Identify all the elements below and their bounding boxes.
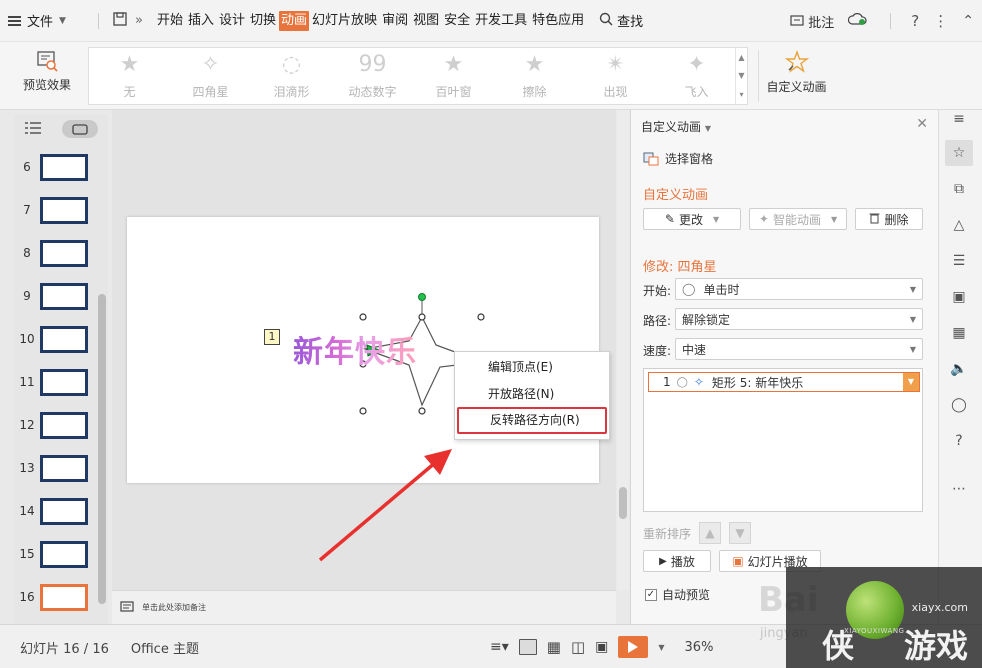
smart-animation-label: 智能动画 [772, 212, 821, 227]
animation-index: 1 [663, 375, 671, 389]
style-side-icon[interactable]: △ [945, 212, 973, 238]
custom-animation-side-icon[interactable]: ☆ [945, 140, 973, 166]
path-value: 解除锁定 [682, 312, 731, 327]
play-button[interactable]: ▶ 播放 [643, 550, 711, 572]
smart-animation-icon: ✦ [758, 212, 769, 226]
checkbox-checked-icon[interactable]: ✓ [645, 588, 657, 601]
play-label: 播放 [670, 554, 695, 569]
speed-select[interactable]: 中速 ▼ [675, 338, 923, 360]
open-path-item[interactable]: 开放路径(N) [455, 381, 609, 408]
pane-title[interactable]: 自定义动画 ▼ [641, 118, 711, 135]
reorder-label: 重新排序 [643, 526, 692, 541]
delete-button[interactable]: 删除 [855, 208, 923, 230]
site-logo-watermark: xiayx.com 侠 XIAYOUXIWANG 游戏 [786, 567, 982, 668]
slide-counter: 幻灯片 16 / 16 [20, 641, 109, 657]
animation-item-label: 矩形 5: 新年快乐 [711, 375, 804, 390]
smart-animation-button[interactable]: ✦ 智能动画 ▼ [749, 208, 847, 230]
path-label: 路径: [643, 314, 672, 328]
change-label: 更改 [678, 212, 703, 227]
reverse-path-item[interactable]: 反转路径方向(R) [457, 407, 607, 434]
chevron-down-icon: ▼ [830, 214, 838, 224]
path-select[interactable]: 解除锁定 ▼ [675, 308, 923, 330]
chevron-down-icon: ▼ [909, 284, 916, 294]
speed-value: 中速 [682, 342, 707, 357]
more-icon[interactable]: ⋯ [945, 476, 973, 502]
logo-pinyin: XIAYOUXIWANG [844, 627, 905, 635]
modify-title: 修改: 四角星 [643, 260, 717, 275]
auto-preview-checkbox[interactable]: ✓ 自动预览 [645, 586, 710, 603]
archive-icon[interactable]: ▣ [945, 284, 973, 310]
context-menu: 编辑顶点(E) 开放路径(N) 反转路径方向(R) [454, 351, 610, 440]
play-icon: ▶ [659, 555, 667, 567]
image-icon[interactable]: ▦ [945, 320, 973, 346]
selection-pane-label: 选择窗格 [665, 152, 714, 166]
chevron-down-icon: ▼ [909, 344, 916, 354]
close-icon[interactable]: ✕ [916, 116, 928, 132]
presenter-icon[interactable]: ▣ [595, 639, 608, 655]
chevron-down-icon: ▼ [909, 314, 916, 324]
chevron-down-icon: ▼ [712, 214, 720, 224]
zoom-level[interactable]: 36% [685, 640, 714, 655]
logo-text-b: 游戏 [904, 627, 969, 665]
four-point-star-icon: ✧ [693, 375, 704, 389]
settings-sliders-icon[interactable]: ☰ [945, 248, 973, 274]
start-value: 单击时 [703, 282, 740, 297]
edit-vertices-item[interactable]: 编辑顶点(E) [455, 354, 609, 381]
start-label: 开始: [643, 284, 672, 298]
auto-preview-label: 自动预览 [662, 588, 711, 602]
animation-list-item[interactable]: 1 ◯ ✧ 矩形 5: 新年快乐 ▼ [648, 372, 920, 392]
animation-list: 1 ◯ ✧ 矩形 5: 新年快乐 ▼ [643, 368, 923, 512]
slideshow-icon: ▣ [732, 554, 744, 568]
change-button[interactable]: ✎ 更改 ▼ [643, 208, 741, 230]
mouse-icon: ◯ [676, 376, 688, 388]
chevron-down-icon[interactable]: ▼ [658, 643, 664, 652]
normal-view-icon[interactable] [518, 639, 537, 655]
custom-animation-pane: 自定义动画 ▼ ✕ 选择窗格 自定义动画 ✎ 更改 ▼ ✦ 智能动画 ▼ 删除 … [630, 110, 938, 624]
shape-side-icon[interactable]: ⧉ [945, 176, 973, 202]
pencil-icon: ✎ [664, 212, 675, 226]
slide-sorter-icon[interactable]: ▦ [547, 638, 561, 656]
speaker-icon[interactable]: 🔈 [945, 356, 973, 382]
start-select[interactable]: ◯ 单击时 ▼ [675, 278, 923, 300]
shield-icon[interactable]: ◯ [945, 392, 973, 418]
help-circle-icon[interactable]: ? [945, 428, 973, 454]
speed-label: 速度: [643, 344, 672, 358]
grip-icon: ≡ [953, 111, 965, 127]
mouse-icon: ◯ [682, 282, 696, 296]
slideshow-play-button[interactable] [618, 636, 649, 658]
delete-label: 删除 [884, 212, 909, 227]
trash-icon [869, 212, 880, 227]
reading-view-icon[interactable]: ◫ [571, 638, 585, 656]
theme-name[interactable]: Office 主题 [131, 638, 199, 657]
chevron-down-icon[interactable]: ▼ [903, 373, 919, 391]
move-down-button[interactable]: ▼ [729, 522, 752, 544]
section-title: 自定义动画 [643, 188, 709, 203]
move-up-button[interactable]: ▲ [699, 522, 722, 544]
selection-pane-button[interactable]: 选择窗格 [643, 150, 713, 167]
logo-url: xiayx.com [911, 601, 968, 614]
side-toolbar: ≡ ☆ ⧉ △ ☰ ▣ ▦ 🔈 ◯ ? ⋯ [938, 110, 982, 624]
notes-toggle-icon[interactable]: ≡▾ [490, 639, 509, 655]
selection-pane-icon [643, 152, 659, 165]
reorder-controls: 重新排序 ▲ ▼ [643, 522, 752, 544]
